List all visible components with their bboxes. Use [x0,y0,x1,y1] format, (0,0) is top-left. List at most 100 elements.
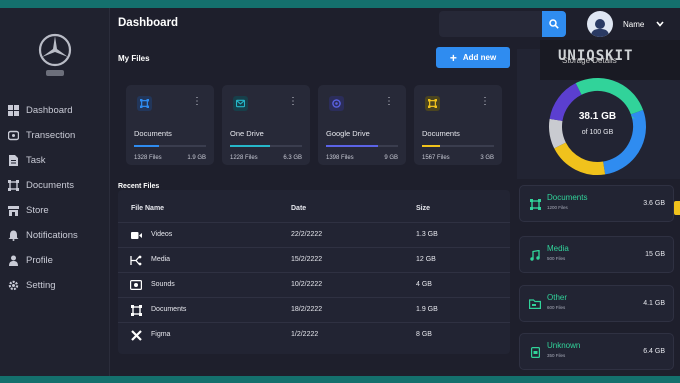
user-name: Name [623,19,645,29]
table-row[interactable]: Videos 22/2/2222 1.3 GB [118,222,510,247]
file-size: 1.9 GB [416,306,438,313]
column-header-date[interactable]: Date [291,205,306,212]
file-size: 1.3 GB [416,231,438,238]
storage-donut-chart [549,78,646,175]
gear-icon [8,280,19,291]
more-options-icon[interactable]: ⋮ [192,97,202,107]
more-options-icon[interactable]: ⋮ [384,97,394,107]
storage-item-unknown[interactable]: Unknown 350 Files 6.4 GB [519,333,674,370]
card-name: Documents [134,129,172,138]
document-icon [529,198,541,210]
card-file-count: 1328 Files [134,155,162,161]
search-button[interactable] [542,11,566,37]
storage-item-name: Media [547,244,569,253]
video-icon [130,229,142,241]
bell-icon [8,230,19,241]
storage-item-size: 4.1 GB [643,300,665,307]
file-card-one-drive[interactable]: ⋮ One Drive 1228 Files 6.3 GB [222,85,310,165]
column-header-file-name[interactable]: File Name [131,205,164,212]
card-size: 1.9 GB [187,155,206,161]
sidebar-item-dashboard[interactable]: Dashboard [0,98,110,123]
window-bottom-border [0,376,680,383]
chevron-down-icon [656,21,664,27]
storage-item-documents[interactable]: Documents 1200 Files 3.6 GB [519,185,674,222]
add-new-button[interactable]: + Add new [436,47,510,68]
sidebar-item-label: Notifications [26,230,78,241]
file-date: 22/2/2222 [291,231,323,238]
card-name: Documents [422,129,460,138]
card-file-count: 1567 Files [422,155,450,161]
table-row[interactable]: Figma 1/2/2222 8 GB [118,322,510,347]
storage-item-size: 6.4 GB [643,348,665,355]
card-size: 3 GB [480,155,494,161]
card-file-count: 1398 Files [326,155,354,161]
sidebar-item-documents[interactable]: Documents [0,173,110,198]
file-date: 1/2/2222 [291,331,319,338]
progress-track [134,145,206,147]
document-icon [8,180,19,191]
sidebar-item-label: Task [26,155,46,166]
card-file-count: 1228 Files [230,155,258,161]
storage-item-name: Other [547,293,568,302]
progress-fill [134,145,160,147]
file-name: Videos [151,231,173,238]
storage-used-value: 38.1 GB [578,111,617,122]
sidebar-item-label: Setting [26,280,56,291]
storage-details-title: Storage Details [562,56,617,65]
progress-fill [230,145,270,147]
add-new-label: Add new [462,53,497,62]
sidebar-item-label: Store [26,205,49,216]
document-icon [130,304,142,316]
dashboard-frame: Dashboard Transection Task Documents Sto… [0,8,680,376]
user-icon [8,255,19,266]
user-menu[interactable]: Name [580,11,673,37]
file-card-documents[interactable]: ⋮ Documents 1328 Files 1.9 GB [126,85,214,165]
storage-item-files: 1200 Files [547,205,568,210]
sidebar-item-task[interactable]: Task [0,148,110,173]
storage-item-media[interactable]: Media 500 Files 15 GB [519,236,674,273]
file-card-google-drive[interactable]: ⋮ Google Drive 1398 Files 9 GB [318,85,406,165]
clipboard-icon [8,155,19,166]
file-name: Sounds [151,281,175,288]
sidebar-item-notifications[interactable]: Notifications [0,223,110,248]
avatar [587,11,613,37]
storage-item-size: 3.6 GB [643,200,665,207]
file-date: 18/2/2222 [291,306,323,313]
sidebar-item-setting[interactable]: Setting [0,273,110,298]
search-input[interactable] [439,11,543,37]
more-options-icon[interactable]: ⋮ [288,97,298,107]
file-name: Figma [151,331,171,338]
column-header-size[interactable]: Size [416,205,430,212]
progress-track [326,145,398,147]
file-card-documents-2[interactable]: ⋮ Documents 1567 Files 3 GB [414,85,502,165]
file-size: 12 GB [416,256,436,263]
sidebar-item-profile[interactable]: Profile [0,248,110,273]
search-icon [549,19,559,29]
scroll-indicator[interactable] [674,201,680,215]
sound-icon [130,279,142,291]
card-name: One Drive [230,129,264,138]
sidebar-item-transection[interactable]: Transection [0,123,110,148]
file-name: Media [151,256,171,263]
progress-track [230,145,302,147]
file-size: 4 GB [416,281,432,288]
recent-files-title: Recent Files [118,183,160,190]
more-options-icon[interactable]: ⋮ [480,97,490,107]
table-row[interactable]: Media 15/2/2222 12 GB [118,247,510,272]
file-date: 15/2/2222 [291,256,323,263]
storage-item-files: 500 Files [547,256,566,261]
storage-item-other[interactable]: Other 600 Files 4.1 GB [519,285,674,322]
page-title: Dashboard [118,17,179,29]
grid-icon [8,105,19,116]
file-date: 10/2/2222 [291,281,323,288]
media-icon [130,254,142,266]
sidebar-item-label: Dashboard [26,105,73,116]
table-row[interactable]: Sounds 10/2/2222 4 GB [118,272,510,297]
card-size: 9 GB [384,155,398,161]
sidebar-item-label: Transection [26,130,76,141]
sidebar-item-store[interactable]: Store [0,198,110,223]
storage-total-label: of 100 GB [581,129,614,136]
card-size: 6.3 GB [283,155,302,161]
table-row[interactable]: Documents 18/2/2222 1.9 GB [118,297,510,322]
store-icon [8,205,19,216]
